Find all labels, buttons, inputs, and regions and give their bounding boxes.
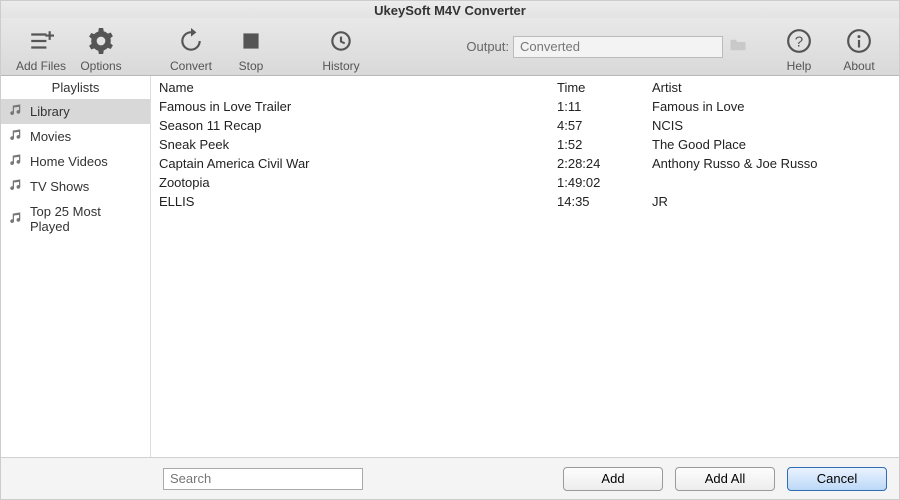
add-button[interactable]: Add (563, 467, 663, 491)
cell-name: Famous in Love Trailer (157, 99, 557, 114)
cell-time: 14:35 (557, 194, 652, 209)
add-files-button[interactable]: Add Files (11, 21, 71, 73)
playlist-icon (9, 179, 24, 194)
footer: Add Add All Cancel (1, 457, 899, 499)
options-label: Options (80, 59, 121, 73)
cancel-button[interactable]: Cancel (787, 467, 887, 491)
toolbar: Add Files Options Convert Stop History O… (1, 18, 899, 76)
history-button[interactable]: History (311, 21, 371, 73)
about-label: About (843, 59, 874, 73)
history-icon (328, 28, 354, 57)
add-files-icon (28, 28, 54, 57)
sidebar-item-movies[interactable]: Movies (1, 124, 150, 149)
add-files-label: Add Files (16, 59, 66, 73)
cell-artist: Famous in Love (652, 99, 893, 114)
cell-name: Zootopia (157, 175, 557, 190)
sidebar-item-label: Top 25 Most Played (30, 204, 142, 234)
sidebar: Playlists Library Movies Home Videos TV Sho… (1, 76, 151, 457)
table-row[interactable]: Captain America Civil War2:28:24Anthony … (151, 154, 899, 173)
stop-icon (238, 28, 264, 57)
convert-label: Convert (170, 59, 212, 73)
playlist-icon (9, 154, 24, 169)
options-button[interactable]: Options (71, 21, 131, 73)
cell-artist: JR (652, 194, 893, 209)
output-label: Output: (466, 39, 509, 54)
sidebar-item-tv-shows[interactable]: TV Shows (1, 174, 150, 199)
cell-time: 1:11 (557, 99, 652, 114)
playlist-icon (9, 212, 24, 227)
sidebar-item-label: Movies (30, 129, 71, 144)
table-header: Name Time Artist (151, 76, 899, 97)
cell-name: Sneak Peek (157, 137, 557, 152)
sidebar-header: Playlists (1, 76, 150, 99)
help-icon: ? (786, 28, 812, 57)
table-row[interactable]: Season 11 Recap4:57NCIS (151, 116, 899, 135)
table-body: Famous in Love Trailer1:11Famous in Love… (151, 97, 899, 457)
history-label: History (322, 59, 359, 73)
col-header-name[interactable]: Name (157, 80, 557, 95)
cell-artist: Anthony Russo & Joe Russo (652, 156, 893, 171)
cell-time: 2:28:24 (557, 156, 652, 171)
col-header-artist[interactable]: Artist (652, 80, 893, 95)
cell-name: ELLIS (157, 194, 557, 209)
stop-label: Stop (239, 59, 264, 73)
table-row[interactable]: Sneak Peek1:52The Good Place (151, 135, 899, 154)
cell-time: 1:49:02 (557, 175, 652, 190)
sidebar-item-top-25-most-played[interactable]: Top 25 Most Played (1, 199, 150, 239)
svg-text:?: ? (795, 33, 803, 50)
browse-folder-button[interactable] (727, 36, 749, 58)
main-area: Playlists Library Movies Home Videos TV Sho… (1, 76, 899, 457)
sidebar-item-home-videos[interactable]: Home Videos (1, 149, 150, 174)
output-group: Output: Converted (466, 36, 749, 58)
cell-time: 1:52 (557, 137, 652, 152)
convert-icon (178, 28, 204, 57)
cell-name: Captain America Civil War (157, 156, 557, 171)
convert-button[interactable]: Convert (161, 21, 221, 73)
window-title: UkeySoft M4V Converter (1, 1, 899, 18)
playlist-icon (9, 104, 24, 119)
add-all-button[interactable]: Add All (675, 467, 775, 491)
sidebar-item-label: Home Videos (30, 154, 108, 169)
playlist-icon (9, 129, 24, 144)
cell-time: 4:57 (557, 118, 652, 133)
cell-name: Season 11 Recap (157, 118, 557, 133)
cell-artist: NCIS (652, 118, 893, 133)
cell-artist: The Good Place (652, 137, 893, 152)
table-row[interactable]: Famous in Love Trailer1:11Famous in Love (151, 97, 899, 116)
table-row[interactable]: ELLIS14:35JR (151, 192, 899, 211)
output-path-field[interactable]: Converted (513, 36, 723, 58)
about-button[interactable]: About (829, 21, 889, 73)
search-input[interactable] (163, 468, 363, 490)
sidebar-item-library[interactable]: Library (1, 99, 150, 124)
folder-icon (729, 38, 747, 55)
content: Name Time Artist Famous in Love Trailer1… (151, 76, 899, 457)
col-header-time[interactable]: Time (557, 80, 652, 95)
help-button[interactable]: ? Help (769, 21, 829, 73)
stop-button[interactable]: Stop (221, 21, 281, 73)
info-icon (846, 28, 872, 57)
help-label: Help (787, 59, 812, 73)
cell-artist (652, 175, 893, 190)
sidebar-item-label: TV Shows (30, 179, 89, 194)
sidebar-item-label: Library (30, 104, 70, 119)
gear-icon (88, 28, 114, 57)
table-row[interactable]: Zootopia1:49:02 (151, 173, 899, 192)
